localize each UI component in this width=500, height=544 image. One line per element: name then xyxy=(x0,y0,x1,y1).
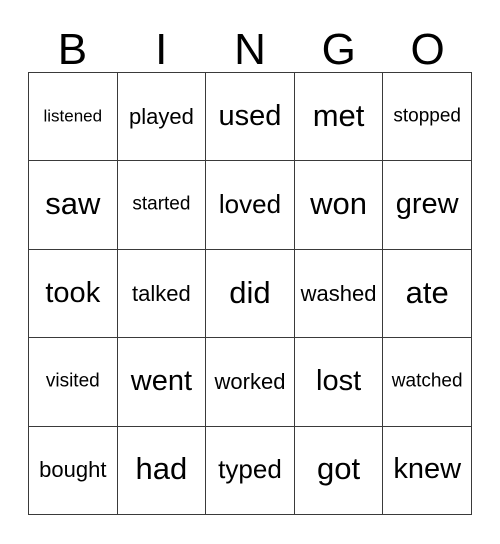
bingo-cell[interactable]: watched xyxy=(383,338,472,427)
bingo-cell-label: did xyxy=(229,274,271,310)
bingo-cell[interactable]: grew xyxy=(383,161,472,250)
bingo-cell[interactable]: went xyxy=(117,338,207,427)
bingo-cell[interactable]: got xyxy=(294,426,384,516)
bingo-cell[interactable]: used xyxy=(206,73,295,162)
bingo-cell[interactable]: had xyxy=(117,426,207,516)
bingo-cell-label: washed xyxy=(300,280,377,306)
bingo-row: bought had typed got knew xyxy=(29,426,472,516)
bingo-cell-label: grew xyxy=(395,188,459,221)
bingo-cell[interactable]: stopped xyxy=(383,73,472,162)
bingo-cell-label: lost xyxy=(316,365,362,398)
bingo-cell[interactable]: ate xyxy=(383,249,472,339)
bingo-header-letter-b: B xyxy=(57,25,88,74)
bingo-cell-label: talked xyxy=(132,280,191,306)
bingo-cell-label: ate xyxy=(405,274,449,310)
bingo-header-letter-g: G xyxy=(321,25,356,74)
bingo-card: B I N G O listened played used met stopp… xyxy=(0,0,500,544)
bingo-cell-label: watched xyxy=(391,370,463,392)
bingo-cell[interactable]: visited xyxy=(29,338,118,427)
bingo-cell-label: saw xyxy=(45,186,101,222)
bingo-cell-label: bought xyxy=(39,457,107,483)
bingo-cell-label: played xyxy=(128,103,194,129)
bingo-header-letter-n: N xyxy=(234,25,266,74)
bingo-cell[interactable]: knew xyxy=(383,426,472,516)
bingo-cell[interactable]: bought xyxy=(29,426,118,516)
bingo-cell[interactable]: met xyxy=(294,73,384,162)
bingo-cell-label: loved xyxy=(218,188,282,219)
bingo-cell-label: typed xyxy=(218,454,282,485)
bingo-grid: listened played used met stopped saw sta… xyxy=(28,72,472,516)
bingo-header-letter-o: O xyxy=(410,25,445,74)
bingo-row: listened played used met stopped xyxy=(29,73,472,162)
bingo-row: visited went worked lost watched xyxy=(29,338,472,427)
bingo-row: saw started loved won grew xyxy=(29,161,472,250)
bingo-cell-label: used xyxy=(218,99,282,132)
bingo-cell-label: met xyxy=(312,97,365,133)
bingo-cell-label: took xyxy=(45,276,101,309)
bingo-cell[interactable]: started xyxy=(117,161,207,250)
bingo-row: took talked did washed ate xyxy=(29,249,472,339)
bingo-header-letter-i: I xyxy=(155,25,168,74)
bingo-cell-label: worked xyxy=(214,368,286,394)
bingo-cell[interactable]: talked xyxy=(117,249,207,339)
bingo-cell-label: knew xyxy=(393,453,462,486)
bingo-cell-label: went xyxy=(130,365,193,398)
bingo-cell[interactable]: loved xyxy=(206,161,295,250)
bingo-cell[interactable]: did xyxy=(206,249,295,339)
bingo-cell[interactable]: washed xyxy=(294,249,384,339)
bingo-cell-label: got xyxy=(317,451,361,487)
bingo-cell-label: started xyxy=(132,193,191,215)
bingo-cell-label: had xyxy=(135,451,188,487)
bingo-cell[interactable]: saw xyxy=(29,161,118,250)
bingo-cell[interactable]: lost xyxy=(294,338,384,427)
bingo-cell-label: visited xyxy=(45,370,100,392)
bingo-cell-label: listened xyxy=(43,106,103,126)
bingo-cell[interactable]: worked xyxy=(206,338,295,427)
bingo-cell-label: stopped xyxy=(393,105,461,127)
bingo-cell[interactable]: typed xyxy=(206,426,295,516)
bingo-cell[interactable]: listened xyxy=(29,73,118,162)
bingo-header-row: B I N G O xyxy=(28,18,472,72)
bingo-cell[interactable]: played xyxy=(117,73,207,162)
bingo-cell[interactable]: won xyxy=(294,161,384,250)
bingo-cell[interactable]: took xyxy=(29,249,118,339)
bingo-cell-label: won xyxy=(310,186,368,222)
